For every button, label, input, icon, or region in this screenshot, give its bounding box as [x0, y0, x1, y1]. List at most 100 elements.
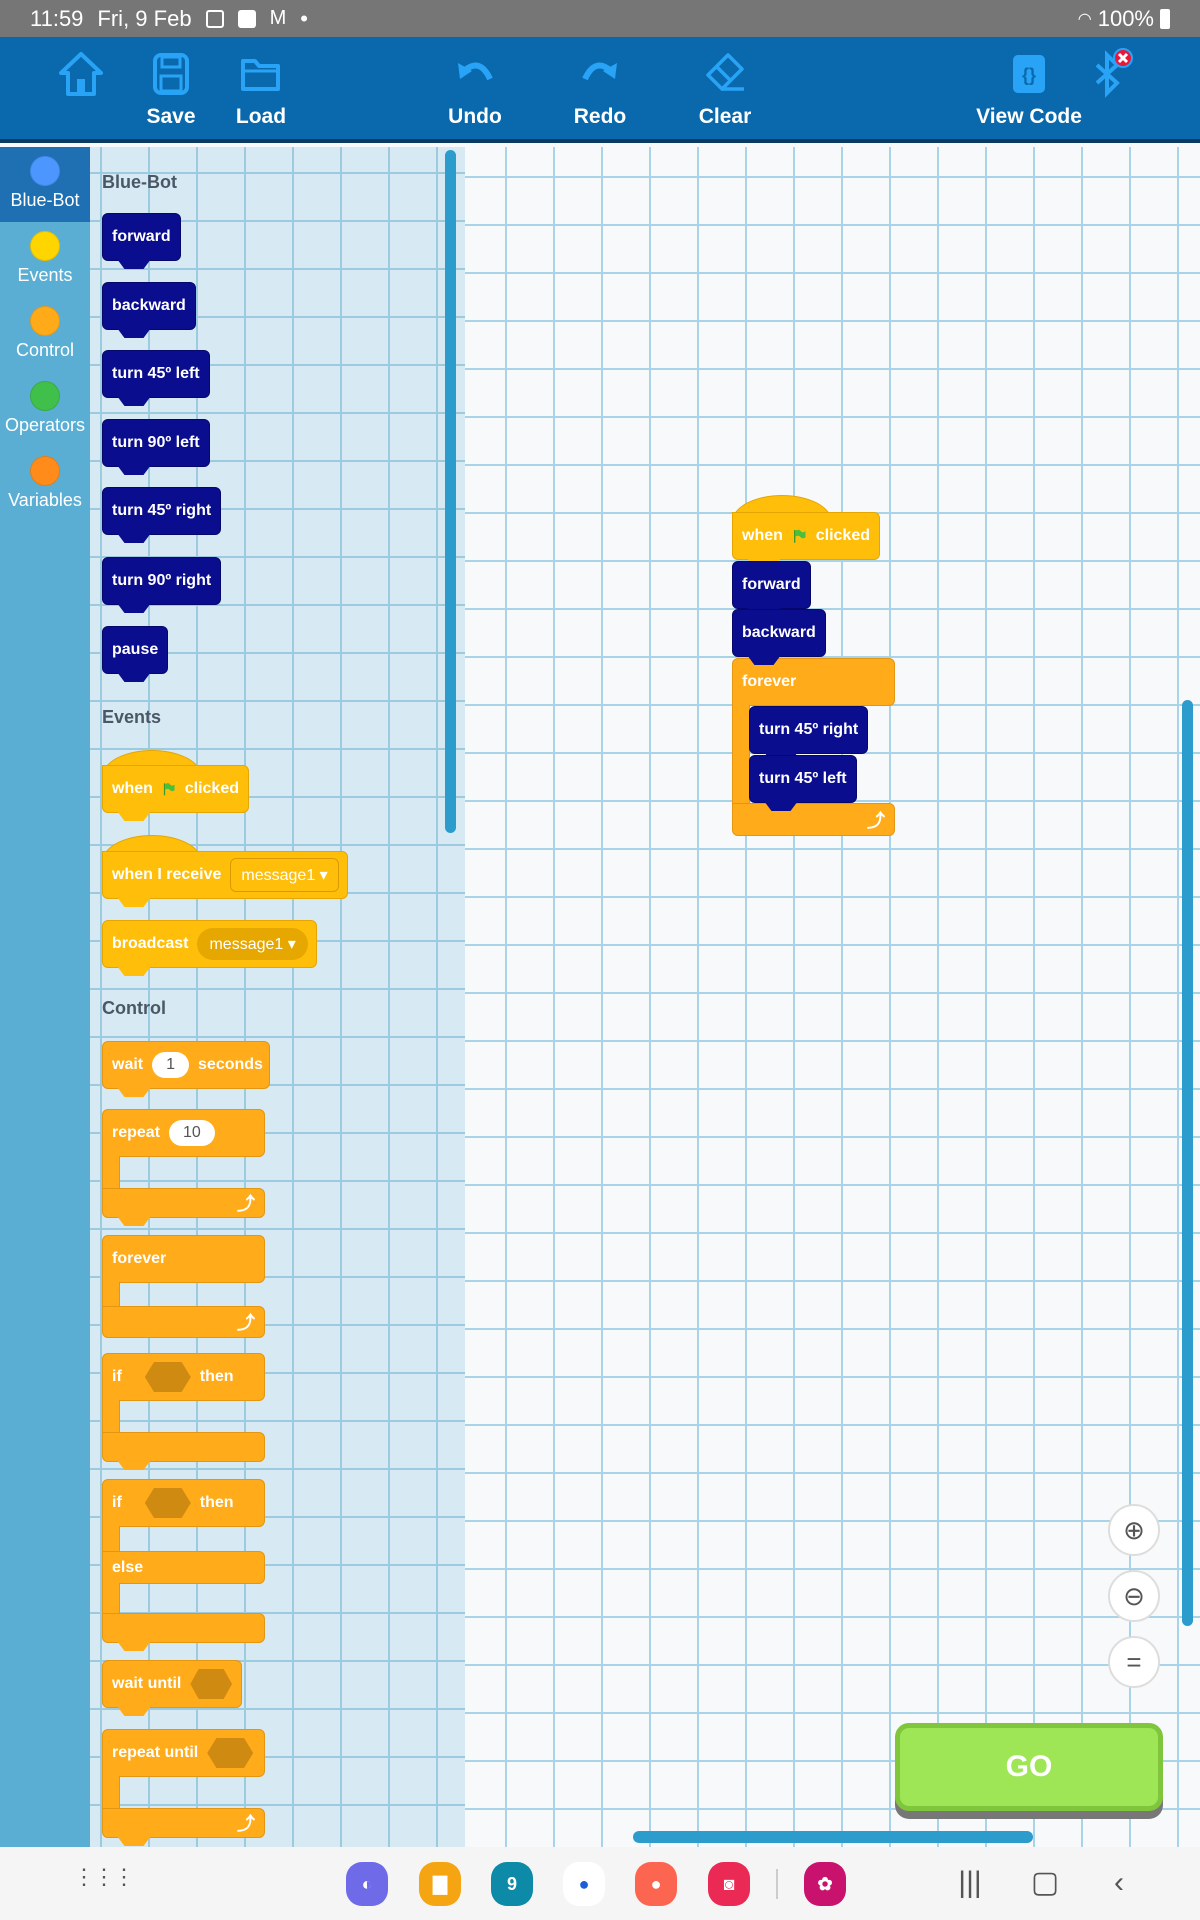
- block-text: if: [112, 1368, 122, 1385]
- palette-block-turn-90-right[interactable]: turn 90º right: [102, 557, 222, 605]
- condition-slot[interactable]: [190, 1669, 232, 1699]
- palette-block-repeat-until[interactable]: repeat until: [102, 1729, 265, 1777]
- script-block-forward[interactable]: forward: [732, 561, 811, 609]
- palette-block-backward[interactable]: backward: [102, 282, 196, 330]
- palette-block-turn-45-left[interactable]: turn 45º left: [102, 350, 210, 398]
- battery-level: 100%: [1097, 5, 1154, 31]
- palette-block-forward[interactable]: forward: [102, 213, 181, 261]
- folder-icon: [241, 59, 280, 91]
- zoom-in-button[interactable]: ⊕: [1108, 1504, 1160, 1556]
- c-block-bottom: ⤴: [102, 1188, 265, 1218]
- palette-block-broadcast[interactable]: broadcast message1 ▾: [102, 920, 317, 968]
- c-block-bottom: ⤴: [732, 803, 895, 836]
- category-variables[interactable]: Variables: [0, 447, 90, 522]
- category-blue-bot[interactable]: Blue-Bot: [0, 147, 90, 222]
- category-label: Blue-Bot: [10, 190, 80, 210]
- checkbox-icon: [237, 9, 256, 28]
- palette-block-turn-90-left[interactable]: turn 90º left: [102, 419, 210, 467]
- undo-icon: [458, 62, 493, 81]
- wifi-icon: ◠: [1077, 10, 1092, 28]
- palette-block-wait[interactable]: wait 1 seconds: [102, 1041, 270, 1089]
- home-icon: [59, 52, 103, 96]
- category-control[interactable]: Control: [0, 297, 90, 372]
- flower-app-icon[interactable]: ✿: [804, 1862, 846, 1906]
- repeat-count-input[interactable]: 10: [169, 1120, 215, 1146]
- palette-block-pause[interactable]: pause: [102, 626, 169, 674]
- workspace-canvas[interactable]: [465, 147, 1200, 1847]
- block-text: when: [742, 527, 783, 544]
- palette-block-if-then[interactable]: if then: [102, 1353, 265, 1401]
- message-dropdown[interactable]: message1 ▾: [230, 858, 339, 892]
- script-block-turn-45-left[interactable]: turn 45º left: [749, 755, 857, 803]
- condition-slot[interactable]: [144, 1362, 191, 1392]
- clear-button[interactable]: Clear: [670, 37, 780, 143]
- section-header-events: Events: [102, 707, 162, 727]
- condition-slot[interactable]: [207, 1738, 254, 1768]
- wait-seconds-input[interactable]: 1: [152, 1052, 190, 1078]
- calendar-app-icon[interactable]: 9: [491, 1862, 533, 1906]
- camera-app-icon[interactable]: ◙: [708, 1862, 750, 1906]
- workspace-horizontal-scrollbar[interactable]: [633, 1831, 1033, 1843]
- bluetooth-button[interactable]: [1053, 37, 1163, 143]
- palette-block-repeat[interactable]: repeat 10: [102, 1109, 265, 1157]
- divider: [776, 1869, 778, 1899]
- block-text: forever: [742, 673, 797, 690]
- internet-app-icon[interactable]: ◐: [346, 1862, 388, 1906]
- calendar-day: 9: [506, 1873, 517, 1894]
- clear-label: Clear: [698, 105, 752, 128]
- back-icon[interactable]: ‹: [1104, 1865, 1134, 1901]
- palette-block-turn-45-right[interactable]: turn 45º right: [102, 487, 222, 535]
- contacts-app-icon[interactable]: ●: [635, 1862, 677, 1906]
- green-flag-icon: [793, 529, 806, 543]
- toolbar: Save Load Undo Redo Clear {} View Code: [0, 37, 1200, 143]
- palette-block-if-else[interactable]: if then: [102, 1479, 265, 1527]
- clock: 11:59: [30, 5, 84, 31]
- category-operators[interactable]: Operators: [0, 372, 90, 447]
- script-block-backward[interactable]: backward: [732, 609, 826, 657]
- home-nav-icon[interactable]: ▢: [1030, 1865, 1060, 1901]
- category-events[interactable]: Events: [0, 222, 90, 297]
- go-button[interactable]: GO: [895, 1723, 1163, 1811]
- save-icon: [153, 53, 189, 95]
- c-block-bottom: ⤴: [102, 1306, 265, 1338]
- palette-block-wait-until[interactable]: wait until: [102, 1660, 242, 1708]
- zoom-out-button[interactable]: ⊖: [1108, 1570, 1160, 1622]
- c-block-arm: [732, 705, 750, 805]
- undo-button[interactable]: Undo: [420, 37, 530, 143]
- redo-button[interactable]: Redo: [545, 37, 655, 143]
- undo-label: Undo: [448, 105, 502, 128]
- c-block-arm: [102, 1282, 120, 1308]
- block-text: else: [112, 1558, 144, 1576]
- recent-apps-icon[interactable]: |||: [955, 1865, 985, 1901]
- script-when-flag-clicked[interactable]: when clicked: [732, 512, 880, 560]
- script-block-turn-45-right[interactable]: turn 45º right: [749, 706, 869, 754]
- eraser-icon: [706, 53, 744, 91]
- c-block-bottom: ⤴: [102, 1808, 265, 1838]
- palette-block-forever[interactable]: forever: [102, 1235, 265, 1283]
- category-label: Variables: [8, 490, 82, 510]
- zoom-reset-button[interactable]: =: [1108, 1636, 1160, 1688]
- condition-slot[interactable]: [144, 1488, 191, 1518]
- messages-app-icon[interactable]: ●: [563, 1862, 605, 1906]
- palette-block-when-flag-clicked[interactable]: when clicked: [102, 765, 249, 813]
- block-text: broadcast: [112, 935, 189, 952]
- category-dot: [30, 306, 60, 336]
- zoom-in-icon: ⊕: [1123, 1514, 1145, 1545]
- c-block-arm: [102, 1156, 120, 1190]
- palette-block-when-i-receive[interactable]: when I receive message1 ▾: [102, 851, 348, 899]
- block-text: when: [112, 780, 153, 797]
- load-button[interactable]: Load: [206, 37, 316, 143]
- broadcast-dropdown[interactable]: message1 ▾: [197, 928, 308, 960]
- block-text: if: [112, 1494, 122, 1511]
- block-text: clicked: [184, 780, 239, 797]
- zoom-out-icon: ⊖: [1123, 1580, 1145, 1611]
- workspace-vertical-scrollbar[interactable]: [1182, 700, 1193, 1626]
- block-text: forever: [112, 1250, 167, 1267]
- c-block-arm: [102, 1400, 120, 1434]
- palette-scrollbar[interactable]: [445, 150, 456, 833]
- files-app-icon[interactable]: ▇: [419, 1862, 461, 1906]
- bluetooth-disconnected-icon: [1095, 48, 1133, 98]
- script-block-forever[interactable]: forever: [732, 658, 895, 706]
- dropdown-value: message1: [241, 867, 316, 884]
- app-drawer-icon[interactable]: ⋮⋮⋮: [73, 1866, 135, 1907]
